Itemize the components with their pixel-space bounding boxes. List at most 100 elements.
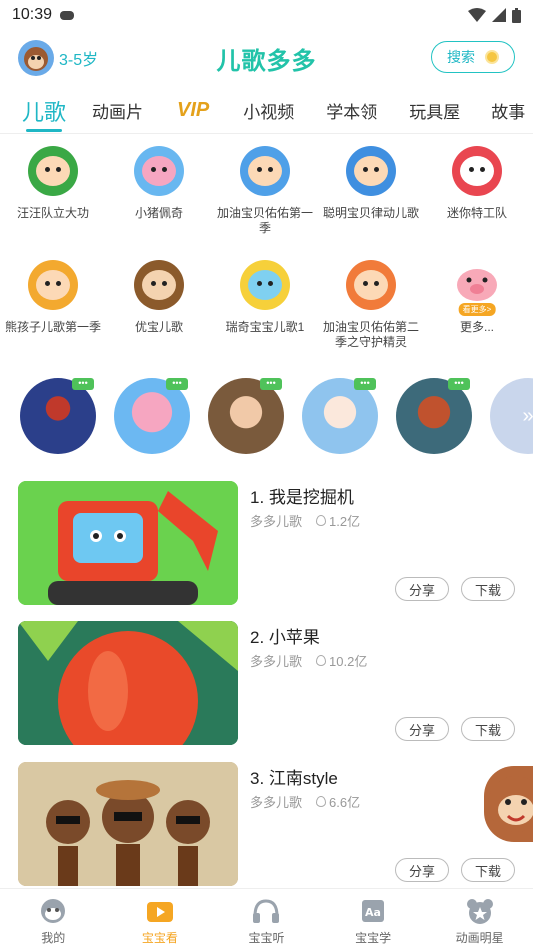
more-tag: ••• — [166, 378, 188, 390]
tab-xiaoshipin[interactable]: 小视频 — [243, 88, 294, 133]
status-time: 10:39 — [12, 6, 53, 23]
character-item[interactable]: 迷你特工队 — [424, 146, 530, 252]
video-title[interactable]: 1. 我是挖掘机 — [250, 483, 354, 508]
tab-erge[interactable]: 儿歌 — [22, 88, 66, 133]
character-face-icon — [354, 270, 388, 300]
share-button[interactable]: 分享 — [395, 577, 449, 601]
flame-icon — [316, 515, 327, 526]
character-grid: 汪汪队立大功 小猪佩奇 加油宝贝佑佑第一季 聪明宝贝律动儿歌 迷你特工队 熊孩子… — [0, 146, 533, 366]
video-item[interactable]: 1. 我是挖掘机 多多儿歌 1.2亿 分享 下载 — [18, 481, 515, 605]
age-avatar[interactable] — [18, 40, 54, 76]
character-face-icon — [248, 156, 282, 186]
views-count: 10.2亿 — [329, 654, 368, 669]
share-button[interactable]: 分享 — [395, 717, 449, 741]
video-title[interactable]: 3. 江南style — [250, 764, 338, 789]
character-face-icon — [248, 270, 282, 300]
battery-icon — [512, 7, 521, 23]
status-icons — [468, 7, 521, 23]
character-item[interactable]: 汪汪队立大功 — [0, 146, 106, 252]
video-channel: 多多儿歌 — [250, 654, 303, 669]
apple-thumbnail — [18, 621, 238, 745]
more-tag: ••• — [448, 378, 470, 390]
video-channel: 多多儿歌 — [250, 514, 303, 529]
character-face-icon — [142, 156, 176, 186]
tab-xuebenling[interactable]: 学本领 — [326, 88, 377, 133]
age-selector[interactable]: 3-5岁 — [59, 46, 98, 70]
character-label: 瑞奇宝宝儿歌1 — [225, 320, 305, 334]
video-thumbnail[interactable] — [18, 621, 238, 745]
character-face-icon — [142, 270, 176, 300]
monkey-mascot-icon — [488, 776, 533, 832]
more-tag: ••• — [354, 378, 376, 390]
character-item[interactable]: 优宝儿歌 — [106, 260, 212, 366]
video-thumbnail[interactable] — [18, 481, 238, 605]
search-label: 搜索 — [447, 49, 475, 65]
video-title[interactable]: 2. 小苹果 — [250, 623, 320, 648]
monkey-face-icon — [38, 897, 68, 925]
character-label: 更多... — [459, 320, 494, 334]
featured-ultraman[interactable]: ••• — [20, 378, 96, 454]
tab-wanjuwu[interactable]: 玩具屋 — [409, 88, 460, 133]
character-label: 熊孩子儿歌第一季 — [4, 320, 101, 334]
character-item[interactable]: 加油宝贝佑佑第一季 — [212, 146, 318, 252]
more-avatar: 看更多> — [452, 260, 502, 316]
nav-watch[interactable]: 宝宝看 — [107, 889, 214, 948]
tv-play-icon — [145, 897, 175, 925]
video-views: 10.2亿 — [316, 651, 367, 670]
character-item[interactable]: 瑞奇宝宝儿歌1 — [212, 260, 318, 366]
status-bar: 10:39 — [0, 0, 533, 30]
share-button[interactable]: 分享 — [395, 858, 449, 882]
character-avatar — [28, 260, 78, 310]
tab-gushi[interactable]: 故事 — [491, 88, 525, 133]
download-button[interactable]: 下载 — [461, 858, 515, 882]
nav-label: 宝宝学 — [355, 931, 392, 945]
more-characters-item[interactable]: 看更多> 更多... — [424, 260, 530, 366]
character-face-icon — [36, 270, 70, 300]
nav-listen[interactable]: 宝宝听 — [213, 889, 320, 948]
more-badge: 看更多> — [458, 303, 496, 316]
video-meta: 多多儿歌 6.6亿 — [250, 792, 360, 811]
search-button[interactable]: 搜索 — [431, 41, 515, 73]
character-item[interactable]: 聪明宝贝律动儿歌 — [318, 146, 424, 252]
character-avatar — [346, 146, 396, 196]
character-face-icon — [354, 156, 388, 186]
more-tag: ••• — [260, 378, 282, 390]
featured-princess[interactable]: ••• — [208, 378, 284, 454]
featured-peppa[interactable]: ••• — [114, 378, 190, 454]
nav-mine[interactable]: 我的 — [0, 889, 107, 948]
character-item[interactable]: 加油宝贝佑佑第二季之守护精灵 — [318, 260, 424, 366]
more-tag: ••• — [72, 378, 94, 390]
aa-book-icon: Aa — [358, 897, 388, 925]
floating-monkey-mascot[interactable] — [484, 766, 533, 842]
nav-label: 宝宝看 — [141, 931, 178, 945]
character-avatar — [134, 146, 184, 196]
character-item[interactable]: 小猪佩奇 — [106, 146, 212, 252]
video-channel: 多多儿歌 — [250, 795, 303, 810]
featured-more[interactable]: » — [490, 378, 533, 454]
character-avatar — [240, 146, 290, 196]
download-button[interactable]: 下载 — [461, 717, 515, 741]
video-meta: 多多儿歌 1.2亿 — [250, 511, 360, 530]
tab-donghuapian[interactable]: 动画片 — [92, 88, 143, 133]
views-count: 1.2亿 — [329, 514, 361, 529]
character-item[interactable]: 熊孩子儿歌第一季 — [0, 260, 106, 366]
video-item[interactable]: 3. 江南style 多多儿歌 6.6亿 分享 下载 — [18, 762, 515, 886]
featured-circles: ••• ••• ••• ••• ••• » — [20, 378, 533, 456]
character-face-icon — [36, 156, 70, 186]
featured-elsa[interactable]: ••• — [302, 378, 378, 454]
nav-learn[interactable]: Aa 宝宝学 — [320, 889, 427, 948]
gangnam-style-thumbnail — [18, 762, 238, 886]
download-button[interactable]: 下载 — [461, 577, 515, 601]
nav-stars[interactable]: 动画明星 — [426, 889, 533, 948]
headphones-icon — [251, 897, 281, 925]
bottom-navigation: 我的 宝宝看 宝宝听 Aa 宝宝学 动画明星 — [0, 888, 533, 948]
character-label: 小猪佩奇 — [134, 206, 183, 220]
tab-vip[interactable]: VIP — [177, 88, 209, 133]
views-count: 6.6亿 — [329, 795, 361, 810]
character-label: 聪明宝贝律动儿歌 — [322, 206, 419, 220]
video-thumbnail[interactable] — [18, 762, 238, 886]
video-item[interactable]: 2. 小苹果 多多儿歌 10.2亿 分享 下载 — [18, 621, 515, 745]
character-avatar — [28, 146, 78, 196]
monkey-avatar-icon — [24, 47, 48, 71]
featured-nezha[interactable]: ••• — [396, 378, 472, 454]
